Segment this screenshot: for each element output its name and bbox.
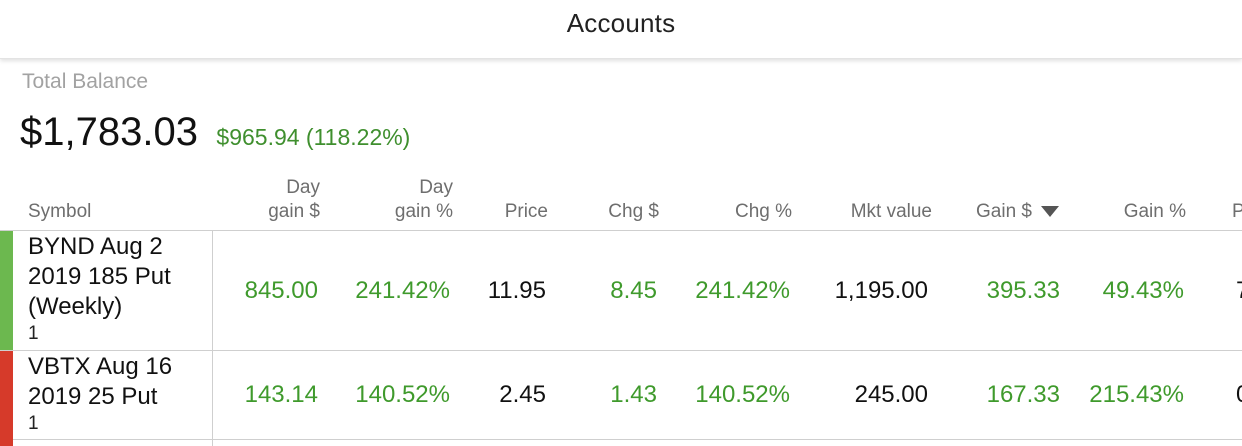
symbol-line1: BYND Aug 2 — [28, 233, 163, 260]
page-title: Accounts — [566, 8, 676, 38]
col-header-day-gain-dollar-line2: gain $ — [268, 201, 320, 222]
col-header-gain-pct[interactable]: Gain % — [1080, 200, 1186, 224]
quantity: 1 — [28, 413, 39, 434]
sort-descending-icon[interactable] — [1041, 206, 1059, 217]
chg-dollar: 8.45 — [610, 277, 657, 304]
col-header-day-gain-pct[interactable]: Day gain % — [350, 176, 453, 224]
symbol-line1: VBTX Aug 16 — [28, 353, 173, 380]
chg-pct: 241.42% — [695, 277, 790, 304]
col-header-day-gain-pct-line1: Day — [419, 177, 453, 198]
symbol-line2: 2019 25 Put — [28, 383, 158, 410]
gain-pct: 215.43% — [1089, 381, 1184, 408]
price: 11.95 — [487, 277, 546, 304]
row-gain-indicator — [0, 231, 13, 350]
table-divider-header — [0, 230, 1242, 231]
next-column-partial: 7 — [1236, 277, 1242, 305]
col-header-chg-pct[interactable]: Chg % — [680, 200, 792, 224]
col-header-next-partial[interactable]: P — [1232, 200, 1242, 224]
chg-dollar: 1.43 — [610, 381, 657, 408]
day-gain-dollar: 143.14 — [244, 381, 318, 408]
col-header-symbol[interactable]: Symbol — [28, 200, 91, 224]
total-balance-amount: $1,783.03 — [20, 110, 198, 154]
col-header-chg-dollar[interactable]: Chg $ — [570, 200, 659, 224]
gain-dollar: 395.33 — [986, 277, 1060, 304]
day-gain-dollar: 845.00 — [244, 277, 318, 304]
chg-pct: 140.52% — [695, 381, 790, 408]
balance-summary: $1,783.03 $965.94 (118.22%) — [20, 110, 410, 155]
gain-dollar: 167.33 — [986, 381, 1060, 408]
table-divider-row2 — [0, 439, 1242, 440]
table-divider-row1 — [0, 350, 1242, 351]
day-gain-pct: 140.52% — [355, 381, 450, 408]
mkt-value: 1,195.00 — [834, 277, 928, 304]
gain-pct: 49.43% — [1102, 277, 1184, 304]
row-loss-indicator — [0, 351, 13, 446]
col-header-gain-dollar[interactable]: Gain $ — [950, 200, 1032, 224]
price: 2.45 — [499, 381, 546, 408]
symbol-line3: (Weekly) — [28, 293, 123, 320]
day-gain-pct: 241.42% — [355, 277, 450, 304]
col-header-day-gain-dollar[interactable]: Day gain $ — [220, 176, 320, 224]
col-header-price[interactable]: Price — [460, 200, 548, 224]
top-bar: Accounts — [0, 0, 1242, 59]
quantity: 1 — [28, 323, 39, 344]
next-column-partial: 0 — [1236, 381, 1242, 409]
mkt-value: 245.00 — [854, 381, 928, 408]
total-balance-label: Total Balance — [22, 70, 149, 93]
col-header-day-gain-pct-line2: gain % — [394, 201, 453, 222]
symbol-column-divider — [212, 231, 213, 446]
col-header-mkt-value[interactable]: Mkt value — [800, 200, 932, 224]
symbol-cell[interactable]: BYND Aug 2 2019 185 Put (Weekly) — [28, 232, 171, 322]
total-balance-change: $965.94 (118.22%) — [216, 124, 411, 150]
col-header-day-gain-dollar-line1: Day — [286, 177, 320, 198]
symbol-cell[interactable]: VBTX Aug 16 2019 25 Put — [28, 352, 172, 412]
symbol-line2: 2019 185 Put — [28, 263, 171, 290]
